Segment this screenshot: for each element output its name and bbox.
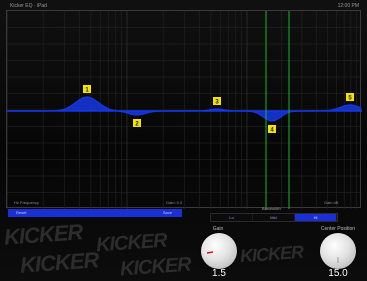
eq-band-marker[interactable]: 2 — [133, 118, 141, 128]
save-button[interactable]: Save — [163, 210, 172, 215]
reset-button[interactable]: Reset — [16, 210, 26, 215]
eq-band-marker[interactable]: 5 — [346, 93, 354, 102]
center-frequency-knob[interactable] — [320, 233, 356, 269]
brand-watermark: KICKER — [19, 247, 100, 278]
center-knob-value: 15.0 — [328, 268, 348, 279]
center-knob-label: Center Position — [320, 226, 356, 232]
eq-band-marker[interactable]: 4 — [268, 125, 276, 134]
bandwidth-option-lo[interactable]: Lo — [211, 214, 253, 221]
brand-watermark: KICKER — [3, 219, 84, 250]
eq-band-marker[interactable]: 3 — [213, 97, 221, 106]
bandwidth-option-mid[interactable]: Mid — [253, 214, 295, 221]
gain-knob-label: Gain — [212, 226, 224, 232]
footer-right-label: Gain dB — [324, 200, 339, 205]
knob-indicator-icon — [337, 257, 339, 263]
gain-knob-value: 1.5 — [212, 268, 226, 279]
footer-mid-label: Gain: 0.0 — [166, 200, 183, 205]
status-right-text: 12:00 PM — [337, 3, 359, 9]
eq-graph-frame[interactable]: 1 2 3 4 5 — [6, 10, 362, 209]
brand-watermark: KICKER — [239, 241, 304, 267]
eq-app-screen: Kicker EQ · iPad 12:00 PM 1 2 3 4 5 Hz Frequ… — [0, 0, 367, 281]
status-left-text: Kicker EQ · iPad — [10, 3, 47, 9]
brand-watermark: KICKER — [95, 229, 168, 257]
gain-knob[interactable] — [201, 233, 237, 269]
footer-left-label: Hz Frequency — [14, 200, 39, 205]
eq-graph[interactable]: 1 2 3 4 5 — [7, 11, 362, 209]
preset-strip[interactable]: Reset Save — [8, 209, 182, 217]
eq-footer: Hz Frequency Gain: 0.0 Gain dB — [6, 196, 361, 208]
knob-indicator-icon — [206, 251, 214, 254]
bandwidth-segmented-control[interactable]: Lo Mid Hi — [210, 213, 338, 222]
brand-watermark: KICKER — [119, 253, 192, 281]
bandwidth-label: Bandwidth — [262, 206, 281, 211]
eq-band-marker[interactable]: 1 — [83, 85, 91, 94]
bandwidth-option-hi[interactable]: Hi — [295, 214, 337, 221]
